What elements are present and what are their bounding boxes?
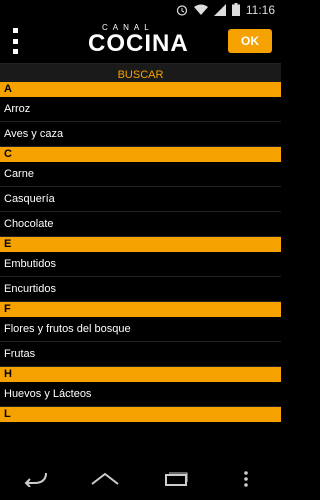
status-time: 11:16	[245, 2, 275, 17]
list-item[interactable]: Carne	[0, 162, 281, 187]
list-item[interactable]: Arroz	[0, 97, 281, 122]
system-navbar	[0, 458, 281, 500]
section-header-f: F	[0, 302, 281, 317]
alarm-icon	[176, 4, 188, 16]
logo-big-text: COCINA	[88, 30, 189, 57]
ok-button[interactable]: OK	[228, 29, 272, 53]
section-header-e: E	[0, 237, 281, 252]
list-item[interactable]: Frutas	[0, 342, 281, 367]
section-header-l: L	[0, 407, 281, 422]
menu-button[interactable]	[10, 28, 20, 54]
list-item[interactable]: Chocolate	[0, 212, 281, 237]
section-header-h: H	[0, 367, 281, 382]
menu-dot-icon	[12, 28, 18, 33]
signal-icon	[213, 3, 226, 16]
recents-icon[interactable]	[158, 467, 194, 491]
list-item[interactable]: Flores y frutos del bosque	[0, 317, 281, 342]
battery-icon	[231, 3, 240, 16]
list-item[interactable]: Encurtidos	[0, 277, 281, 302]
app-bar: CANAL COCINA OK	[0, 19, 281, 64]
menu-dot-icon	[12, 49, 18, 54]
category-list: A Arroz Aves y caza C Carne Casquería Ch…	[0, 82, 281, 458]
section-header-a: A	[0, 82, 281, 97]
app-logo: CANAL COCINA	[88, 23, 198, 59]
list-item[interactable]: Casquería	[0, 187, 281, 212]
home-icon[interactable]	[87, 467, 123, 491]
list-item[interactable]: Huevos y Lácteos	[0, 382, 281, 407]
section-header-c: C	[0, 147, 281, 162]
back-icon[interactable]	[17, 467, 53, 491]
list-item[interactable]: Embutidos	[0, 252, 281, 277]
wifi-icon	[193, 4, 208, 16]
menu-dot-icon	[12, 38, 18, 44]
overflow-icon[interactable]	[228, 467, 264, 491]
list-item[interactable]: Aves y caza	[0, 122, 281, 147]
status-bar: 11:16	[0, 0, 281, 19]
